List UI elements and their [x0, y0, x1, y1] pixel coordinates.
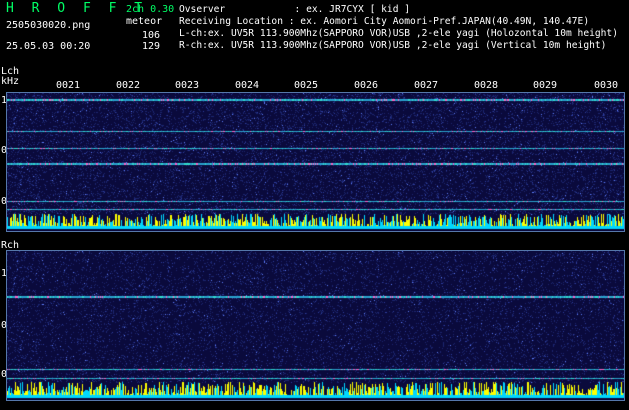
- filename: 2505030020.png: [6, 20, 91, 31]
- meteor-label: meteor: [126, 16, 163, 27]
- datetime: 25.05.03 00:20: [6, 41, 91, 52]
- meteor-count-r: 129: [142, 41, 161, 52]
- lch-spectrogram-canvas: [7, 93, 624, 231]
- x-tick: 0023: [174, 80, 200, 91]
- lch-info-line: L-ch:ex. UV5R 113.900Mhz(SAPPORO VOR)USB…: [179, 28, 618, 39]
- x-tick: 0029: [532, 80, 558, 91]
- x-tick: 0027: [413, 80, 439, 91]
- location-line: Receiving Location : ex. Aomori City Aom…: [179, 16, 590, 27]
- lch-spectrogram: [6, 92, 625, 232]
- rch-info-line: R-ch:ex. UV5R 113.900Mhz(SAPPORO VOR)USB…: [179, 40, 607, 51]
- x-tick: 0024: [234, 80, 260, 91]
- channel-label: 2ch 0.30: [126, 4, 175, 15]
- x-tick: 0021: [55, 80, 81, 91]
- x-tick: 0026: [353, 80, 379, 91]
- observer-line: Ovserver : ex. JR7CYX [ kid ]: [179, 4, 411, 15]
- x-tick: 0022: [115, 80, 141, 91]
- lch-unit: kHz: [1, 76, 20, 87]
- x-tick: 0028: [473, 80, 499, 91]
- rch-spectrogram: [6, 250, 625, 401]
- x-tick: 0025: [293, 80, 319, 91]
- rch-spectrogram-canvas: [7, 251, 624, 400]
- x-tick: 0030: [593, 80, 619, 91]
